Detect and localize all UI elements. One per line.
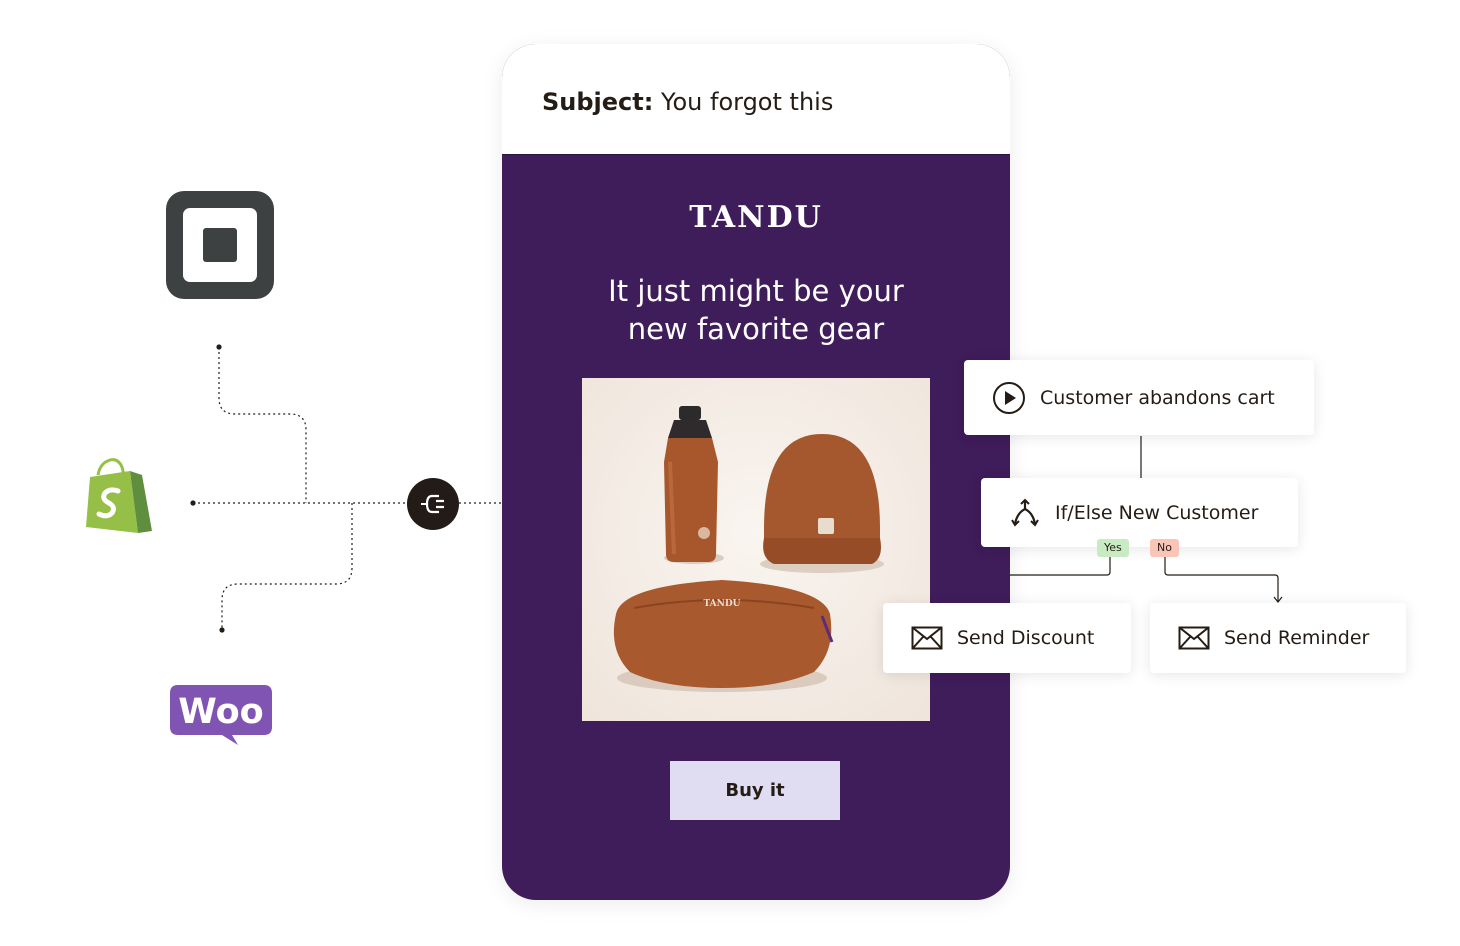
plug-connector-icon	[407, 478, 459, 530]
action-node-send-discount[interactable]: Send Discount	[883, 603, 1131, 673]
woo-wordmark: Woo	[178, 692, 263, 732]
square-logo-icon	[166, 191, 274, 299]
condition-label: If/Else New Customer	[1055, 501, 1259, 524]
brand-logo: TANDU	[689, 200, 823, 235]
fanny-pack-icon: TANDU	[613, 580, 834, 692]
buy-it-button[interactable]: Buy it	[670, 761, 840, 820]
bag-brand-label: TANDU	[703, 599, 740, 609]
subject-bar: Subject: You forgot this	[502, 44, 1010, 155]
action-node-send-reminder[interactable]: Send Reminder	[1150, 603, 1406, 673]
envelope-icon	[1178, 626, 1210, 650]
subject-value: You forgot this	[661, 88, 834, 116]
branch-split-icon	[1009, 497, 1041, 529]
headline-line-1: It just might be your	[608, 274, 904, 308]
headline-line-2: new favorite gear	[627, 312, 885, 346]
condition-node-new-customer[interactable]: If/Else New Customer	[981, 478, 1298, 547]
send-discount-label: Send Discount	[957, 627, 1095, 649]
product-image: TANDU	[582, 378, 930, 721]
square-logo-dot	[203, 228, 237, 262]
send-reminder-label: Send Reminder	[1224, 627, 1370, 649]
woo-logo-icon: Woo	[170, 685, 272, 745]
trigger-node-abandoned-cart[interactable]: Customer abandons cart	[964, 360, 1314, 435]
email-headline: It just might be your new favorite gear	[542, 272, 970, 348]
play-circle-icon	[992, 381, 1026, 415]
subject-label: Subject:	[542, 88, 654, 116]
trigger-label: Customer abandons cart	[1040, 386, 1275, 409]
envelope-icon	[911, 626, 943, 650]
yes-branch-tag: Yes	[1097, 539, 1129, 557]
no-branch-tag: No	[1150, 539, 1179, 557]
shopify-bag-icon	[86, 458, 152, 533]
email-preview-card: Subject: You forgot this TANDU It just m…	[502, 44, 1010, 900]
email-subject: Subject: You forgot this	[542, 88, 833, 116]
